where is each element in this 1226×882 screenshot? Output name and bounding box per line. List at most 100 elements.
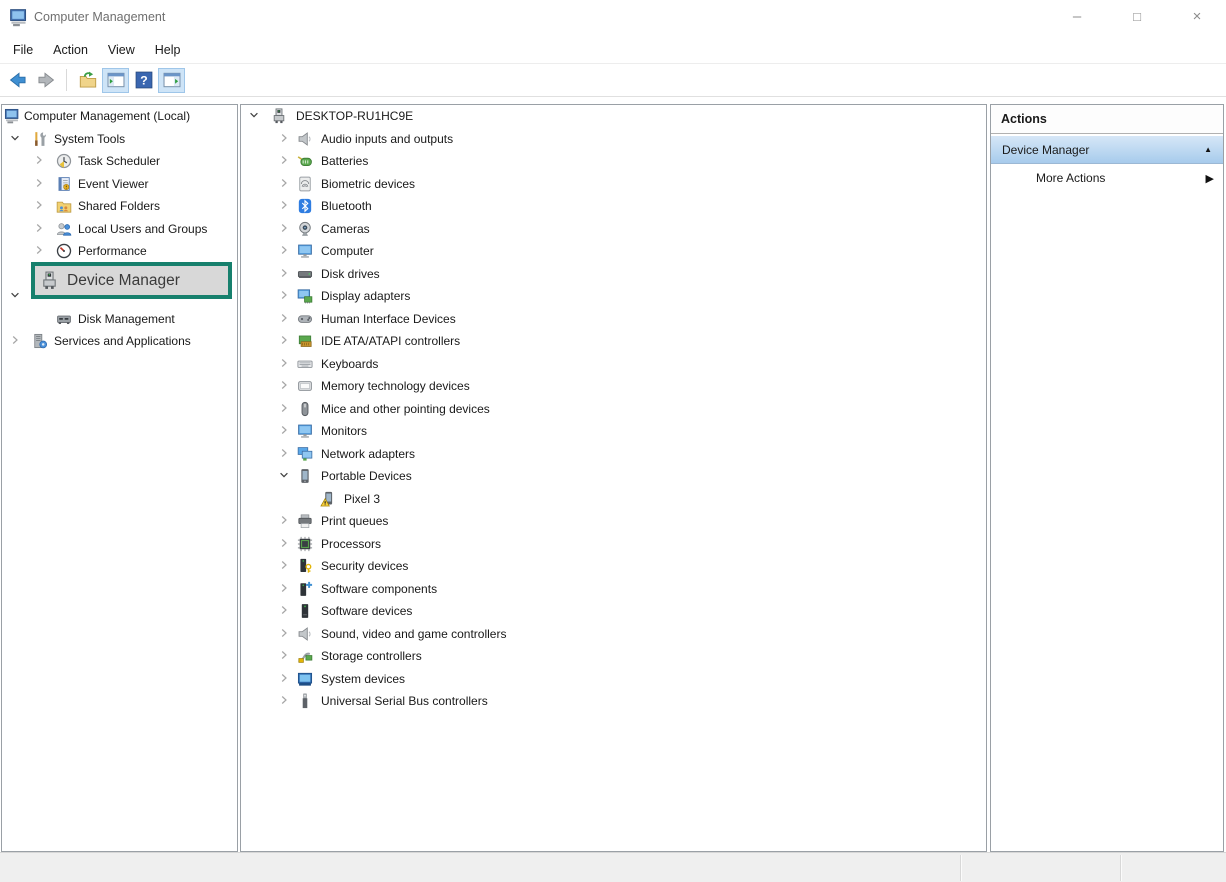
chevron-collapsed-icon[interactable] [32, 243, 46, 257]
chevron-collapsed-icon[interactable] [277, 536, 291, 550]
tree-item-display-adapters[interactable]: Display adapters [241, 285, 986, 308]
tree-item-task-scheduler[interactable]: Task Scheduler [2, 150, 237, 173]
tree-item-label: Shared Folders [78, 195, 160, 218]
tree-item-sound-video-and-game-controllers[interactable]: Sound, video and game controllers [241, 623, 986, 646]
tree-item-security-devices[interactable]: Security devices [241, 555, 986, 578]
back-button[interactable] [4, 68, 31, 93]
tree-item-human-interface-devices[interactable]: Human Interface Devices [241, 308, 986, 331]
tree-item-disk-drives[interactable]: Disk drives [241, 263, 986, 286]
chevron-collapsed-icon[interactable] [277, 198, 291, 212]
tree-item-computer-management-local[interactable]: Computer Management (Local) [2, 105, 237, 128]
security-device-icon [297, 558, 313, 574]
chevron-collapsed-icon[interactable] [32, 221, 46, 235]
tree-item-services-and-applications[interactable]: Services and Applications [2, 330, 237, 353]
tree-item-portable-devices[interactable]: Portable Devices [241, 465, 986, 488]
menu-help[interactable]: Help [145, 36, 191, 63]
more-actions-item[interactable]: More Actions ▶ [991, 164, 1223, 192]
console-tree-pane: Computer Management (Local)System ToolsT… [1, 104, 238, 852]
printer-icon [297, 513, 313, 529]
tree-item-monitors[interactable]: Monitors [241, 420, 986, 443]
chevron-collapsed-icon[interactable] [277, 648, 291, 662]
minimize-button[interactable]: – [1062, 5, 1092, 29]
close-button[interactable]: × [1182, 5, 1212, 29]
chevron-collapsed-icon[interactable] [277, 581, 291, 595]
local-users-icon [56, 221, 72, 237]
chevron-collapsed-icon[interactable] [277, 176, 291, 190]
tree-item-ide-ata-atapi-controllers[interactable]: IDE ATA/ATAPI controllers [241, 330, 986, 353]
chevron-collapsed-icon[interactable] [277, 446, 291, 460]
tree-item-computer[interactable]: Computer [241, 240, 986, 263]
tree-item-cameras[interactable]: Cameras [241, 218, 986, 241]
chevron-collapsed-icon[interactable] [277, 693, 291, 707]
help-button[interactable]: ? [130, 68, 157, 93]
menu-view[interactable]: View [98, 36, 145, 63]
chevron-collapsed-icon[interactable] [277, 558, 291, 572]
chevron-collapsed-icon[interactable] [277, 243, 291, 257]
memory-icon [297, 378, 313, 394]
tree-item-label: Services and Applications [54, 330, 191, 353]
tree-item-system-devices[interactable]: System devices [241, 668, 986, 691]
tree-item-universal-serial-bus-controllers[interactable]: Universal Serial Bus controllers [241, 690, 986, 713]
chevron-collapsed-icon[interactable] [277, 513, 291, 527]
tree-item-disk-management[interactable]: Disk Management [2, 308, 237, 331]
chevron-expanded-icon[interactable] [8, 288, 22, 302]
up-level-button[interactable] [74, 68, 101, 93]
chevron-collapsed-icon[interactable] [32, 176, 46, 190]
tree-item-network-adapters[interactable]: Network adapters [241, 443, 986, 466]
maximize-button[interactable]: □ [1122, 5, 1152, 29]
chevron-collapsed-icon[interactable] [8, 333, 22, 347]
chevron-collapsed-icon[interactable] [277, 671, 291, 685]
chevron-collapsed-icon[interactable] [277, 221, 291, 235]
tree-item-processors[interactable]: Processors [241, 533, 986, 556]
tree-item-local-users-and-groups[interactable]: Local Users and Groups [2, 218, 237, 241]
tree-item-audio-inputs-and-outputs[interactable]: Audio inputs and outputs [241, 128, 986, 151]
chevron-collapsed-icon[interactable] [277, 288, 291, 302]
tree-item-label: Disk Management [78, 308, 175, 331]
tree-item-memory-technology-devices[interactable]: Memory technology devices [241, 375, 986, 398]
tree-item-performance[interactable]: Performance [2, 240, 237, 263]
tree-item-biometric-devices[interactable]: Biometric devices [241, 173, 986, 196]
tree-item-storage-controllers[interactable]: Storage controllers [241, 645, 986, 668]
chevron-expanded-icon[interactable] [247, 108, 261, 122]
tree-item-mice-and-other-pointing-devices[interactable]: Mice and other pointing devices [241, 398, 986, 421]
chevron-collapsed-icon[interactable] [277, 153, 291, 167]
chevron-collapsed-icon[interactable] [277, 423, 291, 437]
tree-item-label: Keyboards [321, 353, 378, 376]
tree-item-event-viewer[interactable]: Event Viewer [2, 173, 237, 196]
tree-item-pixel-3[interactable]: Pixel 3 [241, 488, 986, 511]
chevron-collapsed-icon[interactable] [277, 626, 291, 640]
chevron-collapsed-icon[interactable] [277, 333, 291, 347]
chevron-collapsed-icon[interactable] [277, 266, 291, 280]
tree-item-desktop-ru1hc9e[interactable]: DESKTOP-RU1HC9E [241, 105, 986, 128]
display-adapter-icon [297, 288, 313, 304]
chevron-collapsed-icon[interactable] [277, 378, 291, 392]
annotation-highlight-device-manager[interactable]: Device Manager [31, 262, 232, 299]
menu-action[interactable]: Action [43, 36, 98, 63]
forward-button[interactable] [32, 68, 59, 93]
portable-device-icon [297, 468, 313, 484]
chevron-collapsed-icon[interactable] [277, 603, 291, 617]
tree-item-shared-folders[interactable]: Shared Folders [2, 195, 237, 218]
tree-item-print-queues[interactable]: Print queues [241, 510, 986, 533]
console-tree-toggle-button[interactable] [102, 68, 129, 93]
monitor-icon [297, 423, 313, 439]
chevron-collapsed-icon[interactable] [277, 131, 291, 145]
menu-file[interactable]: File [3, 36, 43, 63]
tree-item-bluetooth[interactable]: Bluetooth [241, 195, 986, 218]
action-pane-toggle-button[interactable] [158, 68, 185, 93]
chevron-collapsed-icon[interactable] [277, 311, 291, 325]
chevron-expanded-icon[interactable] [277, 468, 291, 482]
tree-item-software-components[interactable]: Software components [241, 578, 986, 601]
chevron-collapsed-icon[interactable] [32, 153, 46, 167]
tree-item-batteries[interactable]: Batteries [241, 150, 986, 173]
actions-section-device-manager[interactable]: Device Manager ▲ [991, 136, 1223, 164]
chevron-expanded-icon[interactable] [8, 131, 22, 145]
chevron-collapsed-icon[interactable] [277, 401, 291, 415]
tree-item-software-devices[interactable]: Software devices [241, 600, 986, 623]
collapse-section-icon[interactable]: ▲ [1204, 145, 1212, 154]
chevron-collapsed-icon[interactable] [277, 356, 291, 370]
chevron-collapsed-icon[interactable] [32, 198, 46, 212]
device-tree-pane: DESKTOP-RU1HC9EAudio inputs and outputsB… [240, 104, 987, 852]
tree-item-keyboards[interactable]: Keyboards [241, 353, 986, 376]
tree-item-system-tools[interactable]: System Tools [2, 128, 237, 151]
